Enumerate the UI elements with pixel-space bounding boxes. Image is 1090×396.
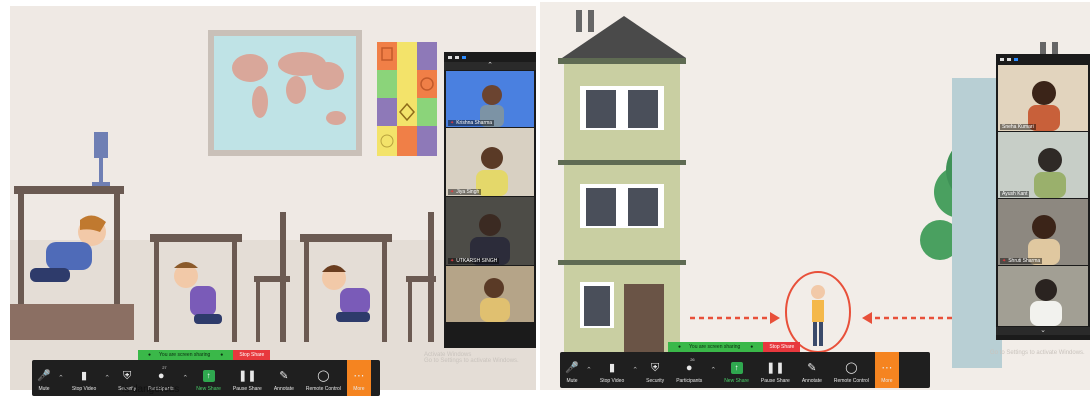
- sharing-status: You are screen sharing: [689, 344, 741, 350]
- participant-name: UTKARSH SINGH: [456, 258, 498, 264]
- screen-sharing-bar: ● You are screen sharing ● Stop Share: [668, 342, 801, 352]
- more-icon: ⋯: [881, 362, 893, 374]
- gallery-view-icon[interactable]: [462, 55, 466, 59]
- participant-tile[interactable]: ✦ Jiya Singh: [446, 128, 534, 196]
- mouse-icon: ◯: [845, 362, 858, 374]
- sharing-indicator-icon: ●: [220, 352, 224, 358]
- chevron-up-icon[interactable]: ⌃: [56, 374, 66, 396]
- stop-share-button[interactable]: Stop Share: [233, 350, 271, 360]
- participant-count: 27: [162, 365, 167, 370]
- participant-name: Krishna Sharma: [456, 120, 493, 126]
- security-button[interactable]: ⛨ Security: [640, 356, 670, 388]
- lamp: [94, 132, 108, 158]
- participant-name: Jiya Singh: [456, 189, 480, 195]
- stop-video-button[interactable]: ▮ Stop Video: [66, 364, 102, 396]
- meeting-toolbar: 🎤 Mute ⌃ ▮ Stop Video ⌃ ⛨ Security 26 ● Parti…: [560, 352, 930, 388]
- pause-icon: ❚❚: [766, 362, 785, 374]
- pause-icon: ❚❚: [238, 370, 257, 382]
- mic-icon: 🎤: [565, 362, 579, 374]
- shield-icon: ⛨: [123, 370, 132, 382]
- shapes-poster: [377, 42, 437, 156]
- participants-icon: ●: [685, 362, 693, 374]
- muted-mic-icon: ✦: [450, 189, 455, 195]
- participant-tile[interactable]: ✦ Krishna Sharma: [446, 71, 534, 127]
- participant-name: Shruti Sharma: [1008, 258, 1041, 264]
- mute-button[interactable]: 🎤 Mute: [32, 364, 56, 396]
- chevron-up-icon[interactable]: ⌃: [180, 374, 190, 396]
- participant-tile[interactable]: ✦ UTKARSH SINGH: [446, 197, 534, 265]
- scroll-down-icon[interactable]: ⌄: [996, 327, 1090, 335]
- more-icon: ⋯: [353, 370, 365, 382]
- restore-icon[interactable]: [1007, 57, 1011, 61]
- pause-share-button[interactable]: ❚❚ Pause Share: [227, 364, 268, 396]
- activate-windows-watermark: Go to Settings to activate Windows.: [990, 350, 1085, 356]
- chevron-up-icon[interactable]: ⌃: [584, 366, 594, 388]
- video-icon: ▮: [609, 362, 616, 374]
- participant-video-panel: ⌃ ✦ Krishna Sharma ✦ Jiya Singh ✦ UTKARSH S…: [444, 52, 536, 348]
- chevron-up-icon[interactable]: ⌃: [102, 374, 112, 396]
- remote-control-button[interactable]: ◯ Remote Control: [300, 364, 347, 396]
- left-screenshot: ⌃ ✦ Krishna Sharma ✦ Jiya Singh ✦ UTKARSH S…: [0, 0, 540, 396]
- right-screenshot: Sneha Kumari Ayush Kant ✦ Shruti Sharma ⌄…: [540, 0, 1090, 396]
- more-button[interactable]: ⋯ More: [874, 352, 899, 388]
- mouse-icon: ◯: [317, 370, 330, 382]
- gallery-view-icon[interactable]: [1014, 57, 1018, 61]
- annotate-button[interactable]: ✎ Annotate: [796, 356, 828, 388]
- participant-name: Ayush Kant: [1002, 191, 1028, 197]
- restore-icon[interactable]: [455, 55, 459, 59]
- video-panel-header: [996, 54, 1090, 64]
- annotate-button[interactable]: ✎ Annotate: [268, 364, 300, 396]
- mute-button[interactable]: 🎤 Mute: [560, 356, 584, 388]
- participant-video-panel: Sneha Kumari Ayush Kant ✦ Shruti Sharma ⌄: [996, 54, 1090, 340]
- new-share-button[interactable]: ↑ New Share: [718, 356, 755, 388]
- scroll-up-icon[interactable]: ⌃: [444, 62, 536, 70]
- sharing-status: You are screen sharing: [159, 352, 211, 358]
- pen-icon: ✎: [279, 370, 289, 382]
- activate-windows-watermark: Activate Windows Go to Settings to activ…: [424, 352, 519, 364]
- participant-tile[interactable]: [998, 266, 1088, 326]
- subtitle-text: is dangerous: [122, 384, 180, 395]
- participants-icon: ●: [157, 370, 165, 382]
- pause-share-button[interactable]: ❚❚ Pause Share: [755, 356, 796, 388]
- muted-mic-icon: ✦: [450, 120, 455, 126]
- pin-icon: ●: [148, 352, 152, 358]
- mic-icon: 🎤: [37, 370, 51, 382]
- sharing-indicator-icon: ●: [750, 344, 754, 350]
- shield-icon: ⛨: [651, 362, 660, 374]
- share-icon: ↑: [202, 370, 215, 382]
- new-share-button[interactable]: ↑ New Share: [190, 364, 227, 396]
- chevron-up-icon[interactable]: ⌃: [630, 366, 640, 388]
- participant-tile[interactable]: ✦ Shruti Sharma: [998, 199, 1088, 265]
- muted-mic-icon: ✦: [1002, 258, 1007, 264]
- minimize-icon[interactable]: [448, 55, 452, 59]
- meeting-toolbar: 🎤 Mute ⌃ ▮ Stop Video ⌃ ⛨ Security 27 ● Parti…: [32, 360, 380, 396]
- stop-share-button[interactable]: Stop Share: [763, 342, 801, 352]
- pin-icon: ●: [678, 344, 682, 350]
- share-icon: ↑: [730, 362, 743, 374]
- video-panel-header: [444, 52, 536, 62]
- minimize-icon[interactable]: [1000, 57, 1004, 61]
- screen-sharing-bar: ● You are screen sharing ● Stop Share: [138, 350, 271, 360]
- participants-button[interactable]: 26 ● Participants: [670, 356, 708, 388]
- participant-tile[interactable]: [446, 266, 534, 322]
- participant-name: Sneha Kumari: [1002, 124, 1034, 130]
- participant-count: 26: [690, 357, 695, 362]
- muted-mic-icon: ✦: [450, 258, 455, 264]
- stop-video-button[interactable]: ▮ Stop Video: [594, 356, 630, 388]
- chevron-up-icon[interactable]: ⌃: [708, 366, 718, 388]
- participant-tile[interactable]: Ayush Kant: [998, 132, 1088, 198]
- video-icon: ▮: [81, 370, 88, 382]
- participant-tile[interactable]: Sneha Kumari: [998, 65, 1088, 131]
- pen-icon: ✎: [807, 362, 817, 374]
- remote-control-button[interactable]: ◯ Remote Control: [828, 356, 875, 388]
- more-button[interactable]: ⋯ More: [346, 360, 371, 396]
